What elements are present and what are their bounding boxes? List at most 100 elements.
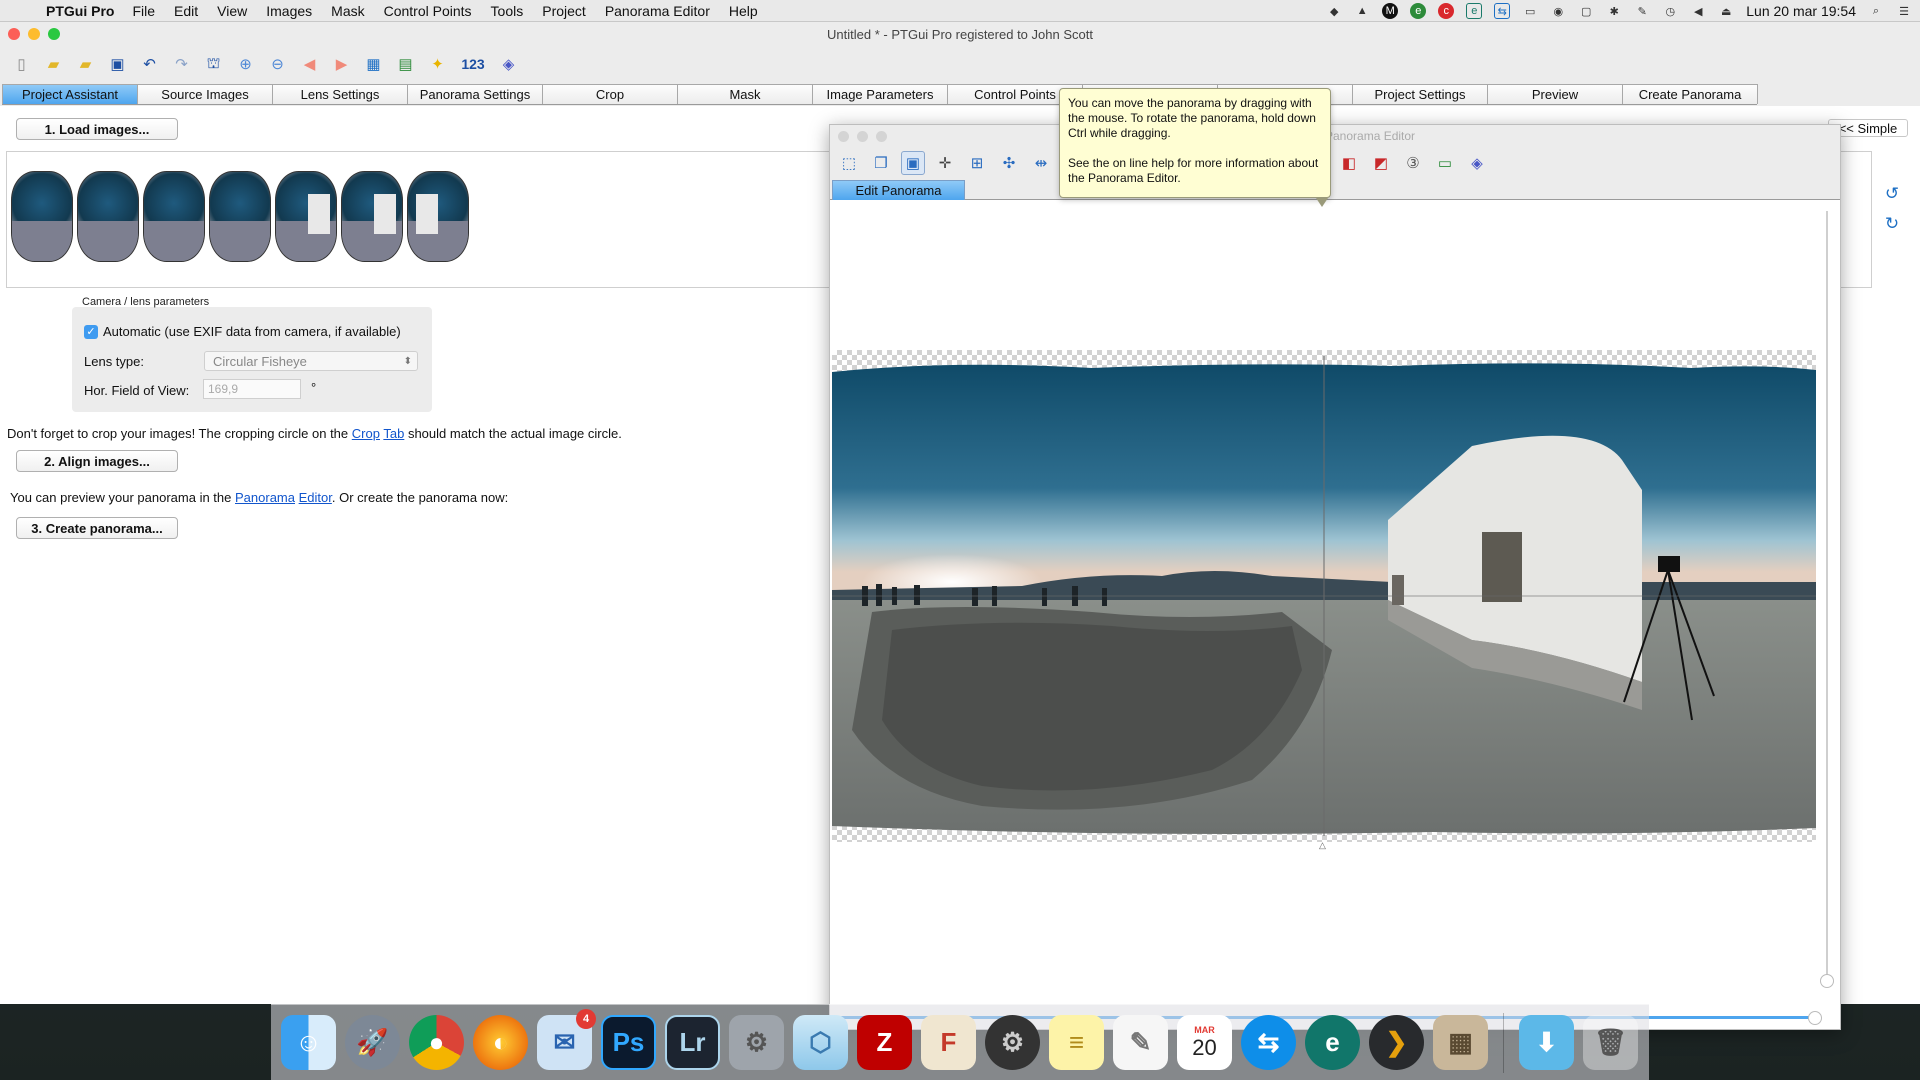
dock-filezilla-icon[interactable]: Z	[857, 1015, 912, 1070]
menu-view[interactable]: View	[217, 3, 247, 19]
tab-edit-panorama[interactable]: Edit Panorama	[832, 180, 965, 200]
tab-link[interactable]: Tab	[383, 426, 404, 441]
vertical-scroll-knob[interactable]	[1820, 974, 1834, 988]
next-icon[interactable]: ▶	[330, 53, 353, 76]
dock-plex-icon[interactable]: ❯	[1369, 1015, 1424, 1070]
tab-image-parameters[interactable]: Image Parameters	[812, 84, 948, 104]
source-thumbnail[interactable]	[143, 171, 205, 262]
malwarebytes-icon[interactable]: M	[1382, 3, 1399, 19]
menu-panorama-editor[interactable]: Panorama Editor	[605, 3, 710, 19]
tab-crop[interactable]: Crop	[542, 84, 678, 104]
table-icon[interactable]: ▤	[394, 53, 417, 76]
volume-icon[interactable]: ◀	[1690, 3, 1706, 19]
dock-photoshop-icon[interactable]: Ps	[601, 1015, 656, 1070]
straighten-icon[interactable]: ✣	[997, 151, 1021, 175]
dock-firefox-icon[interactable]: ◐	[473, 1015, 528, 1070]
dock-notes-icon[interactable]: ≡	[1049, 1015, 1104, 1070]
nvidia-icon[interactable]: ▭	[1522, 3, 1538, 19]
center-marker-icon[interactable]: △	[1319, 840, 1326, 851]
tab-source-images[interactable]: Source Images	[137, 84, 273, 104]
menu-help[interactable]: Help	[729, 3, 758, 19]
source-thumbnail[interactable]	[11, 171, 73, 262]
panorama-image[interactable]	[832, 350, 1816, 842]
editor-title-bar[interactable]: Panorama Editor	[830, 125, 1840, 147]
panorama-editor-icon[interactable]: ▦	[362, 53, 385, 76]
menu-file[interactable]: File	[132, 3, 155, 19]
pen-icon[interactable]: ✎	[1634, 3, 1650, 19]
undo-icon[interactable]: ↶	[138, 53, 161, 76]
editor-close-button[interactable]	[838, 131, 849, 142]
tab-project-settings[interactable]: Project Settings	[1352, 84, 1488, 104]
creative-cloud-icon[interactable]: c	[1438, 3, 1455, 19]
dock-textedit-icon[interactable]: ✎	[1113, 1015, 1168, 1070]
help-book-icon[interactable]: ◈	[1465, 151, 1489, 175]
level-horizon-icon[interactable]: ⇹	[1029, 151, 1053, 175]
redo-icon[interactable]: ↷	[170, 53, 193, 76]
editor-link[interactable]: Editor	[299, 490, 332, 505]
dock-downloads-icon[interactable]: ⬇	[1519, 1015, 1574, 1070]
panorama-preview[interactable]	[832, 350, 1816, 842]
horizontal-scroll-knob[interactable]	[1808, 1011, 1822, 1025]
rotate-left-icon[interactable]: ↺	[1882, 184, 1902, 204]
menu-tools[interactable]: Tools	[491, 3, 524, 19]
menu-mask[interactable]: Mask	[331, 3, 364, 19]
bluetooth-icon[interactable]: ✱	[1606, 3, 1622, 19]
clock[interactable]: Lun 20 mar 19:54	[1746, 3, 1856, 19]
dock-teamviewer-icon[interactable]: ⇆	[1241, 1015, 1296, 1070]
dock-calendar-icon[interactable]: MAR 20	[1177, 1015, 1232, 1070]
auto-exif-checkbox[interactable]: ✓	[84, 324, 98, 339]
source-thumbnail[interactable]	[341, 171, 403, 262]
source-thumbnail[interactable]	[407, 171, 469, 262]
dock-preview-icon[interactable]: ▦	[1433, 1015, 1488, 1070]
lens-type-select[interactable]: Circular Fisheye ⬍	[204, 351, 418, 371]
menu-images[interactable]: Images	[266, 3, 312, 19]
create-panorama-button[interactable]: 3. Create panorama...	[16, 517, 178, 539]
dock-trash-icon[interactable]: 🗑	[1583, 1015, 1638, 1070]
dock-lightroom-icon[interactable]: Lr	[665, 1015, 720, 1070]
tab-panorama-settings[interactable]: Panorama Settings	[407, 84, 543, 104]
red-flag-icon[interactable]: ◧	[1337, 151, 1361, 175]
time-machine-icon[interactable]: ◷	[1662, 3, 1678, 19]
menu-edit[interactable]: Edit	[174, 3, 198, 19]
rotate-right-icon[interactable]: ↻	[1882, 214, 1902, 234]
dock-font-app-icon[interactable]: F	[921, 1015, 976, 1070]
lightbulb-icon[interactable]: ✦	[426, 53, 449, 76]
dock-box-icon[interactable]: ⬡	[793, 1015, 848, 1070]
evernote-icon[interactable]: e	[1410, 3, 1427, 19]
dock-chrome-icon[interactable]: ●	[409, 1015, 464, 1070]
fit-icon[interactable]: ⊞	[965, 151, 989, 175]
numbers-button[interactable]: 123	[458, 53, 488, 76]
display-icon[interactable]: ◉	[1550, 3, 1566, 19]
panorama-link[interactable]: Panorama	[235, 490, 295, 505]
hfov-input[interactable]: 169,9	[203, 379, 301, 399]
tab-mask[interactable]: Mask	[677, 84, 813, 104]
layers-icon[interactable]: ❐	[869, 151, 893, 175]
window-icon[interactable]: ▭	[1433, 151, 1457, 175]
screen-mirror-icon[interactable]: ▢	[1578, 3, 1594, 19]
dock-disk-utility-icon[interactable]: ⚙	[985, 1015, 1040, 1070]
minimize-window-button[interactable]	[28, 28, 40, 40]
edit-panorama-tool-icon[interactable]: ▣	[901, 151, 925, 175]
zoom-out-icon[interactable]: ⊖	[266, 53, 289, 76]
dock-finder-icon[interactable]: ☺	[281, 1015, 336, 1070]
eject-icon[interactable]: ⏏	[1718, 3, 1734, 19]
tab-preview[interactable]: Preview	[1487, 84, 1623, 104]
open-recent-icon[interactable]: ▰	[74, 53, 97, 76]
crop-link[interactable]: Crop	[352, 426, 380, 441]
open-project-icon[interactable]: ▰	[42, 53, 65, 76]
red-flag-alt-icon[interactable]: ◩	[1369, 151, 1393, 175]
close-window-button[interactable]	[8, 28, 20, 40]
zoom-window-button[interactable]	[48, 28, 60, 40]
dock-eset-icon[interactable]: e	[1305, 1015, 1360, 1070]
teamviewer-tray-icon[interactable]: ⇆	[1494, 3, 1511, 19]
numbered-badge-icon[interactable]: ③	[1401, 151, 1425, 175]
source-thumbnail[interactable]	[77, 171, 139, 262]
app-name[interactable]: PTGui Pro	[46, 3, 114, 19]
source-thumbnail[interactable]	[275, 171, 337, 262]
title-bar[interactable]: Untitled * - PTGui Pro registered to Joh…	[0, 22, 1920, 46]
dropbox-icon[interactable]: ◆	[1326, 3, 1342, 19]
tab-lens-settings[interactable]: Lens Settings	[272, 84, 408, 104]
save-icon[interactable]: ▣	[106, 53, 129, 76]
tab-create-panorama[interactable]: Create Panorama	[1622, 84, 1758, 104]
drive-icon[interactable]: ▲	[1354, 3, 1370, 19]
